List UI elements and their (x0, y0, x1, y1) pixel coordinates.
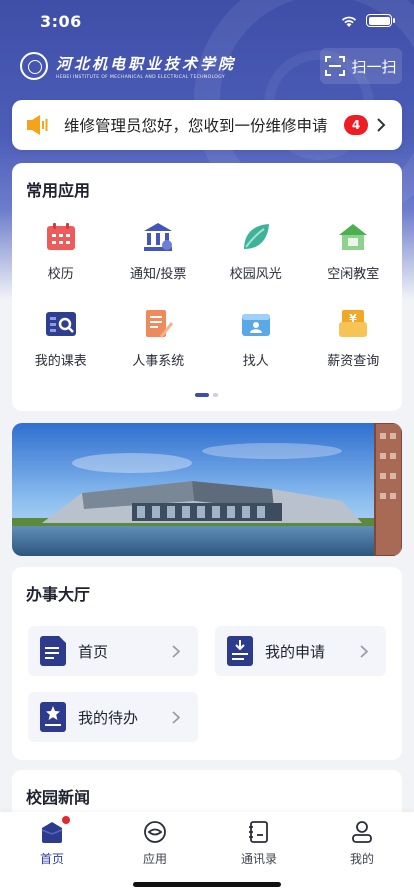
salary-icon: ¥ (339, 310, 368, 337)
app-label: 通知/投票 (130, 267, 187, 282)
status-bar: 3:06 (0, 0, 414, 44)
chevron-right-icon (172, 711, 180, 724)
chevron-right-icon (360, 645, 368, 658)
service-hall-card: 办事大厅 首页 我的申请 我的待办 (12, 567, 402, 760)
speaker-icon (27, 115, 48, 135)
common-apps-title: 常用应用 (26, 181, 91, 200)
campus-banner[interactable] (12, 423, 402, 556)
page-dot-active[interactable] (195, 393, 209, 397)
school-emblem-icon (20, 52, 48, 80)
chevron-right-icon (172, 645, 180, 658)
apps-grid: 校历 通知/投票 校园风光 空闲教室 我的课表 人事系统 找人 ¥ 薪资查询 (12, 221, 402, 369)
notification-dot (62, 816, 70, 824)
tab-home[interactable]: 首页 (12, 816, 92, 867)
app-label: 校园风光 (229, 267, 282, 282)
hall-item-label: 我的待办 (78, 708, 139, 727)
scan-label: 扫一扫 (351, 57, 397, 76)
hall-item-label: 我的申请 (265, 642, 326, 661)
common-apps-card: 常用应用 校历 通知/投票 校园风光 空闲教室 我的课表 人事系统 找人 ¥ 薪… (12, 163, 402, 411)
app-label: 校历 (47, 267, 74, 282)
page-dot[interactable] (213, 393, 218, 397)
app-notice-vote[interactable]: 通知/投票 (110, 221, 208, 282)
contact-card-icon (241, 314, 270, 336)
tab-label: 应用 (142, 852, 167, 866)
star-todo-icon (40, 702, 66, 732)
tab-apps[interactable]: 应用 (115, 820, 195, 867)
school-name-cn: 河北机电职业技术学院 (56, 54, 237, 73)
schedule-search-icon (45, 312, 76, 336)
app-label: 我的课表 (34, 354, 87, 369)
app-find-person[interactable]: 找人 (207, 308, 305, 369)
app-label: 薪资查询 (327, 354, 380, 369)
home-indicator (133, 882, 281, 887)
tab-profile[interactable]: 我的 (322, 820, 402, 867)
scan-icon (325, 56, 346, 76)
status-time: 3:06 (40, 12, 82, 31)
app-hr-system[interactable]: 人事系统 (110, 308, 208, 369)
wifi-icon (341, 16, 357, 27)
profile-icon (352, 821, 372, 843)
campus-news-title: 校园新闻 (26, 788, 91, 807)
svg-text:¥: ¥ (349, 312, 357, 325)
app-free-classroom[interactable]: 空闲教室 (305, 221, 403, 282)
battery-icon (366, 14, 395, 27)
app-calendar[interactable]: 校历 (12, 221, 110, 282)
app-salary-query[interactable]: ¥ 薪资查询 (305, 308, 403, 369)
notice-bar[interactable]: 维修管理员您好，您收到一份维修申请 4 (12, 100, 402, 150)
app-label: 空闲教室 (327, 267, 380, 282)
hall-item-my-todo[interactable]: 我的待办 (28, 692, 198, 742)
hall-item-my-applications[interactable]: 我的申请 (215, 626, 386, 676)
calendar-icon (46, 223, 75, 250)
house-icon (339, 224, 368, 250)
notice-count-badge: 4 (344, 115, 368, 135)
bank-building-icon (144, 223, 173, 251)
notice-text: 维修管理员您好，您收到一份维修申请 (64, 117, 328, 135)
page-indicator[interactable] (195, 393, 218, 397)
school-logo: 河北机电职业技术学院 HEBEI INSTITUTE OF MECHANICAL… (20, 52, 236, 80)
leaf-icon (243, 224, 269, 249)
app-label: 找人 (242, 354, 269, 369)
tab-label: 通讯录 (240, 852, 277, 866)
document-icon (40, 636, 66, 666)
campus-building-photo (12, 423, 402, 556)
application-icon (227, 636, 253, 666)
app-campus-scenery[interactable]: 校园风光 (207, 221, 305, 282)
scan-button[interactable]: 扫一扫 (320, 48, 402, 84)
service-hall-title: 办事大厅 (26, 585, 91, 604)
school-name-en: HEBEI INSTITUTE OF MECHANICAL AND ELECTR… (56, 74, 225, 80)
apps-icon (144, 821, 166, 843)
tab-label: 首页 (39, 852, 64, 866)
hall-item-label: 首页 (78, 642, 109, 661)
tab-label: 我的 (349, 852, 374, 866)
chevron-right-icon (377, 118, 386, 132)
tab-contacts[interactable]: 通讯录 (219, 820, 299, 867)
contacts-book-icon (249, 821, 268, 843)
app-my-schedule[interactable]: 我的课表 (12, 308, 110, 369)
home-icon (41, 822, 63, 843)
app-label: 人事系统 (132, 354, 185, 369)
hall-item-home[interactable]: 首页 (28, 626, 198, 676)
document-edit-icon (146, 310, 174, 338)
